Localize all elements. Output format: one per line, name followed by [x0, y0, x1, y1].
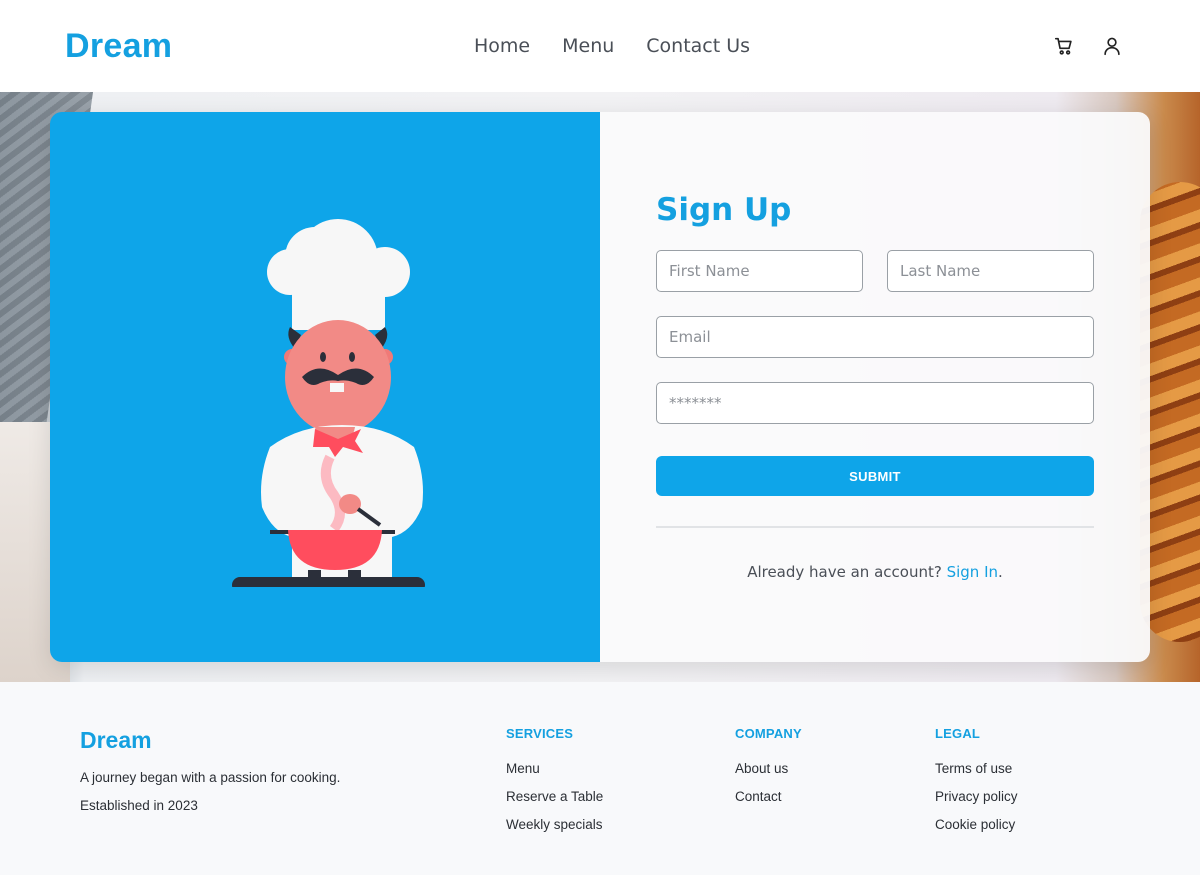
signin-prompt: Already have an account? Sign In.: [656, 563, 1094, 581]
footer-legal-heading: LEGAL: [935, 726, 981, 741]
footer-link-terms[interactable]: Terms of use: [935, 761, 1018, 789]
email-input[interactable]: [656, 316, 1094, 358]
submit-button[interactable]: SUBMIT: [656, 456, 1094, 496]
chef-illustration: [232, 219, 425, 587]
footer-brand: Dream: [80, 727, 152, 753]
signin-link[interactable]: Sign In: [947, 563, 998, 581]
signup-form-panel: Sign Up SUBMIT Already have an account? …: [600, 112, 1150, 662]
footer-link-contact[interactable]: Contact: [735, 789, 802, 817]
footer-link-privacy[interactable]: Privacy policy: [935, 789, 1018, 817]
chef-illustration-panel: [50, 112, 600, 662]
password-input[interactable]: [656, 382, 1094, 424]
header-icons: [1053, 35, 1123, 57]
footer-company-column: COMPANY About us Contact: [735, 726, 802, 817]
nav-home[interactable]: Home: [474, 35, 530, 57]
site-header: Dream Home Menu Contact Us: [0, 0, 1200, 92]
first-name-input[interactable]: [656, 250, 863, 292]
form-divider: [656, 526, 1094, 528]
signin-suffix: .: [998, 563, 1003, 581]
footer-link-menu[interactable]: Menu: [506, 761, 603, 789]
footer-company-heading: COMPANY: [735, 726, 802, 741]
footer-services-column: SERVICES Menu Reserve a Table Weekly spe…: [506, 726, 603, 845]
signup-title: Sign Up: [656, 192, 792, 228]
cart-icon[interactable]: [1053, 35, 1075, 57]
footer-link-cookie[interactable]: Cookie policy: [935, 817, 1018, 845]
main-nav: Home Menu Contact Us: [474, 35, 750, 57]
chef-hat: [267, 219, 410, 330]
signin-prompt-text: Already have an account?: [747, 563, 942, 581]
footer-legal-column: LEGAL Terms of use Privacy policy Cookie…: [935, 726, 1018, 845]
brand-logo[interactable]: Dream: [65, 27, 172, 66]
stove: [232, 577, 425, 587]
nav-contact-us[interactable]: Contact Us: [646, 35, 750, 57]
nav-menu[interactable]: Menu: [562, 35, 614, 57]
user-icon[interactable]: [1101, 35, 1123, 57]
footer-link-reserve-table[interactable]: Reserve a Table: [506, 789, 603, 817]
footer-link-about-us[interactable]: About us: [735, 761, 802, 789]
footer-services-heading: SERVICES: [506, 726, 574, 741]
last-name-input[interactable]: [887, 250, 1094, 292]
footer-established: Established in 2023: [80, 798, 198, 813]
footer-link-weekly-specials[interactable]: Weekly specials: [506, 817, 603, 845]
site-footer: Dream A journey began with a passion for…: [0, 682, 1200, 875]
signup-card: Sign Up SUBMIT Already have an account? …: [50, 112, 1150, 662]
footer-tagline: A journey began with a passion for cooki…: [80, 770, 341, 785]
